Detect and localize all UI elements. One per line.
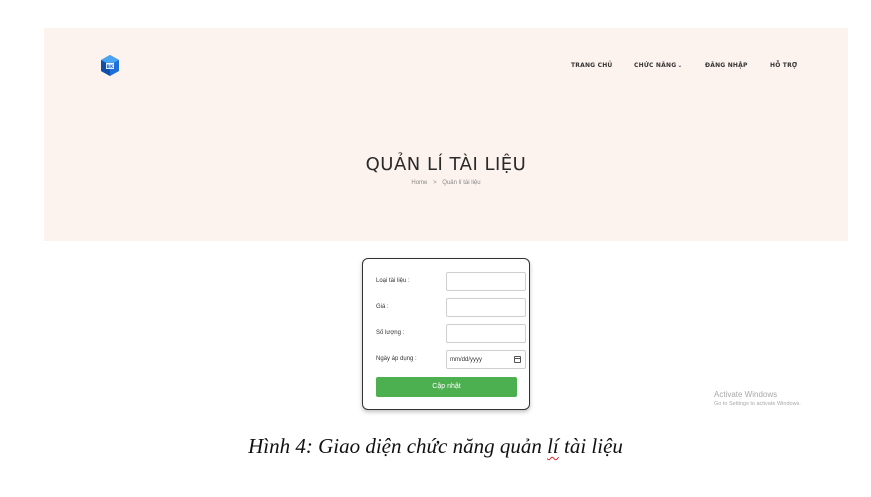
doc-type-label: Loại tài liệu :: [376, 278, 410, 284]
quantity-label: Số lượng :: [376, 330, 405, 336]
breadcrumb-separator: >: [433, 180, 437, 186]
document-form-card: Loại tài liệu : Giá : Số lượng : Ngày áp…: [362, 258, 530, 410]
price-row: Giá :: [376, 298, 526, 318]
main-nav: TRANG CHỦ CHỨC NĂNG⌄ ĐĂNG NHẬP HỖ TRỢ: [44, 62, 848, 72]
breadcrumb: Home > Quản lí tài liệu: [44, 180, 848, 186]
price-input[interactable]: [446, 298, 526, 317]
caption-spellcheck-word: lí: [547, 434, 559, 458]
breadcrumb-current: Quản lí tài liệu: [442, 180, 481, 186]
date-row: Ngày áp dụng : mm/dd/yyyy: [376, 350, 526, 370]
quantity-row: Số lượng :: [376, 324, 526, 344]
date-label: Ngày áp dụng :: [376, 356, 417, 362]
page-title: QUẢN LÍ TÀI LIỆU: [365, 154, 527, 175]
quantity-input[interactable]: [446, 324, 526, 343]
doc-type-input[interactable]: [446, 272, 526, 291]
watermark-line1: Activate Windows: [714, 390, 778, 399]
figure-caption: Hình 4: Giao diện chức năng quản lí tài …: [0, 434, 871, 459]
caption-suffix: tài liệu: [558, 434, 623, 458]
caption-prefix: Hình 4: Giao diện chức năng quản: [248, 434, 548, 458]
nav-item-support[interactable]: HỖ TRỢ: [770, 62, 797, 69]
update-button[interactable]: Cập nhật: [376, 377, 517, 397]
price-label: Giá :: [376, 304, 389, 310]
nav-item-features-label: CHỨC NĂNG: [634, 62, 677, 69]
chevron-down-icon: ⌄: [677, 62, 683, 69]
breadcrumb-home-link[interactable]: Home: [411, 180, 427, 186]
calendar-icon[interactable]: [514, 356, 521, 363]
date-placeholder: mm/dd/yyyy: [450, 357, 483, 363]
hero-banner: BK TRANG CHỦ CHỨC NĂNG⌄ ĐĂNG NHẬP HỖ TRỢ…: [44, 28, 848, 241]
nav-item-features[interactable]: CHỨC NĂNG⌄: [634, 62, 683, 69]
activate-windows-watermark: Activate Windows Go to Settings to activ…: [714, 390, 801, 407]
nav-item-home[interactable]: TRANG CHỦ: [571, 62, 613, 69]
doc-type-row: Loại tài liệu :: [376, 272, 526, 292]
nav-item-login[interactable]: ĐĂNG NHẬP: [705, 62, 748, 69]
date-input[interactable]: mm/dd/yyyy: [446, 350, 526, 369]
watermark-line2: Go to Settings to activate Windows.: [714, 401, 801, 407]
